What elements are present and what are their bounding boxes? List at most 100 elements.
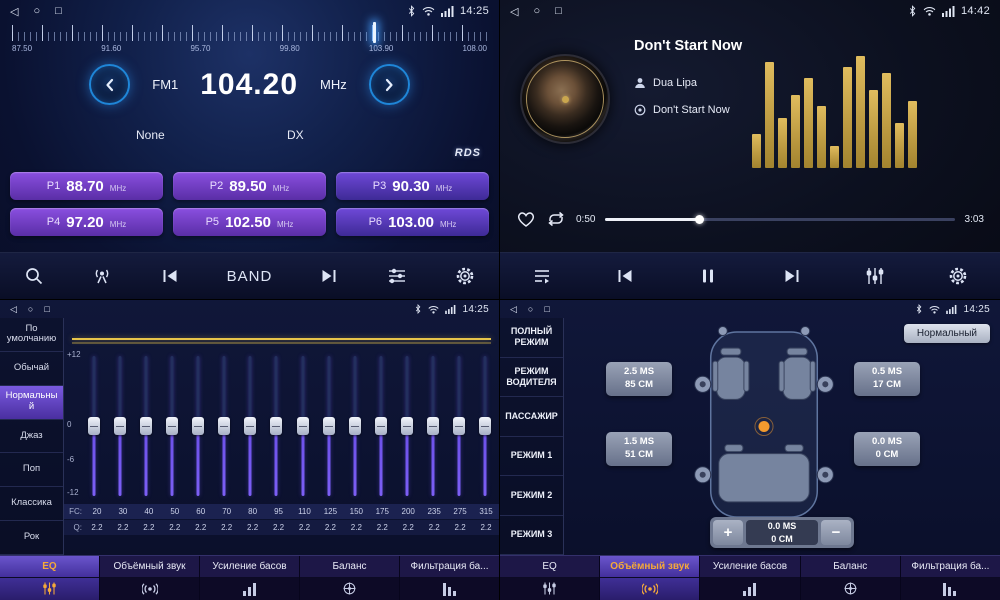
nav-back-icon[interactable]: ◁: [510, 5, 518, 18]
eq-preset-item[interactable]: По умолчанию: [0, 318, 63, 352]
preset-button-p2[interactable]: P289.50MHz: [173, 172, 326, 200]
sound-preset-button[interactable]: Нормальный: [904, 324, 990, 343]
tab-surround-sound[interactable]: Объёмный звук: [599, 556, 699, 600]
preset-button-p3[interactable]: P390.30MHz: [336, 172, 489, 200]
nav-home-icon[interactable]: ○: [28, 304, 33, 315]
preset-button-p5[interactable]: P5102.50MHz: [173, 208, 326, 236]
tab-filter[interactable]: Фильтрация ба...: [900, 556, 1000, 600]
eq-band-slider[interactable]: [138, 356, 154, 496]
eq-band-slider[interactable]: [112, 356, 128, 496]
listening-mode-item[interactable]: РЕЖИМ 1: [500, 437, 563, 477]
preset-button-p6[interactable]: P6103.00MHz: [336, 208, 489, 236]
tab-filter[interactable]: Фильтрация ба...: [399, 556, 499, 600]
tune-down-button[interactable]: [89, 64, 130, 105]
tab-eq[interactable]: EQ: [0, 556, 99, 600]
nav-recents-icon[interactable]: □: [44, 304, 49, 315]
eq-band-slider[interactable]: [347, 356, 363, 496]
frequency-scale[interactable]: 87.5091.6095.7099.80103.90108.00: [12, 25, 487, 63]
slider-knob[interactable]: [427, 417, 439, 435]
delay-rear-left-button[interactable]: 1.5 MS 51 CM: [606, 432, 672, 466]
slider-knob[interactable]: [479, 417, 491, 435]
tab-eq[interactable]: EQ: [500, 556, 599, 600]
next-station-button[interactable]: [318, 265, 340, 287]
eq-band-slider[interactable]: [373, 356, 389, 496]
nav-recents-icon[interactable]: □: [555, 5, 562, 18]
eq-band-slider[interactable]: [295, 356, 311, 496]
eq-band-slider[interactable]: [216, 356, 232, 496]
delay-decrease-button[interactable]: −: [821, 520, 851, 545]
prev-track-button[interactable]: [614, 265, 636, 287]
eq-band-slider[interactable]: [190, 356, 206, 496]
nav-home-icon[interactable]: ○: [33, 5, 40, 18]
settings-button[interactable]: [454, 265, 476, 287]
equalizer-button[interactable]: [864, 265, 886, 287]
repeat-button[interactable]: [546, 211, 566, 227]
favorite-button[interactable]: [516, 210, 536, 228]
eq-preset-item[interactable]: Обычай: [0, 352, 63, 386]
band-button[interactable]: BAND: [227, 268, 273, 285]
eq-band-slider[interactable]: [321, 356, 337, 496]
eq-preset-item[interactable]: Классика: [0, 487, 63, 521]
slider-knob[interactable]: [244, 417, 256, 435]
nav-home-icon[interactable]: ○: [533, 5, 540, 18]
nav-back-icon[interactable]: ◁: [10, 304, 17, 315]
eq-band-slider[interactable]: [242, 356, 258, 496]
slider-knob[interactable]: [401, 417, 413, 435]
listening-mode-item[interactable]: ПОЛНЫЙ РЕЖИМ: [500, 318, 563, 358]
tab-bass-boost[interactable]: Усиление басов: [199, 556, 299, 600]
nav-back-icon[interactable]: ◁: [510, 304, 517, 315]
slider-knob[interactable]: [166, 417, 178, 435]
eq-band-slider[interactable]: [86, 356, 102, 496]
listening-mode-item[interactable]: РЕЖИМ ВОДИТЕЛЯ: [500, 358, 563, 398]
slider-knob[interactable]: [349, 417, 361, 435]
slider-knob[interactable]: [270, 417, 282, 435]
nav-recents-icon[interactable]: □: [544, 304, 549, 315]
slider-knob[interactable]: [88, 417, 100, 435]
eq-band-slider[interactable]: [399, 356, 415, 496]
eq-preset-item[interactable]: Нормальный: [0, 386, 63, 420]
auto-scan-button[interactable]: [91, 265, 113, 287]
playlist-button[interactable]: [531, 265, 553, 287]
slider-knob[interactable]: [453, 417, 465, 435]
tab-bass-boost[interactable]: Усиление басов: [699, 556, 799, 600]
next-track-button[interactable]: [781, 265, 803, 287]
listening-mode-item[interactable]: РЕЖИМ 3: [500, 516, 563, 556]
tune-settings-button[interactable]: [386, 265, 408, 287]
eq-band-slider[interactable]: [268, 356, 284, 496]
delay-increase-button[interactable]: +: [713, 520, 743, 545]
slider-knob[interactable]: [114, 417, 126, 435]
pause-button[interactable]: [697, 265, 719, 287]
album-art[interactable]: [520, 54, 610, 144]
eq-preset-item[interactable]: Джаз: [0, 420, 63, 454]
listening-mode-item[interactable]: РЕЖИМ 2: [500, 476, 563, 516]
delay-front-left-button[interactable]: 2.5 MS 85 CM: [606, 362, 672, 396]
eq-band-slider[interactable]: [425, 356, 441, 496]
slider-knob[interactable]: [140, 417, 152, 435]
tab-surround-sound[interactable]: Объёмный звук: [99, 556, 199, 600]
delay-front-right-button[interactable]: 0.5 MS 17 CM: [854, 362, 920, 396]
tab-balance[interactable]: Баланс: [800, 556, 900, 600]
eq-band-slider[interactable]: [451, 356, 467, 496]
settings-button[interactable]: [947, 265, 969, 287]
preset-button-p4[interactable]: P497.20MHz: [10, 208, 163, 236]
slider-knob[interactable]: [192, 417, 204, 435]
slider-knob[interactable]: [323, 417, 335, 435]
nav-recents-icon[interactable]: □: [55, 5, 62, 18]
search-stations-button[interactable]: [23, 265, 45, 287]
slider-knob[interactable]: [297, 417, 309, 435]
listening-mode-item[interactable]: ПАССАЖИР: [500, 397, 563, 437]
prev-station-button[interactable]: [159, 265, 181, 287]
preset-button-p1[interactable]: P188.70MHz: [10, 172, 163, 200]
eq-preset-item[interactable]: Поп: [0, 453, 63, 487]
eq-band-slider[interactable]: [164, 356, 180, 496]
delay-rear-right-button[interactable]: 0.0 MS 0 CM: [854, 432, 920, 466]
tune-up-button[interactable]: [369, 64, 410, 105]
nav-back-icon[interactable]: ◁: [10, 5, 18, 18]
progress-bar[interactable]: [605, 218, 954, 221]
progress-knob[interactable]: [695, 215, 704, 224]
nav-home-icon[interactable]: ○: [528, 304, 533, 315]
slider-knob[interactable]: [375, 417, 387, 435]
eq-preset-item[interactable]: Рок: [0, 521, 63, 555]
tab-balance[interactable]: Баланс: [299, 556, 399, 600]
eq-band-slider[interactable]: [477, 356, 493, 496]
